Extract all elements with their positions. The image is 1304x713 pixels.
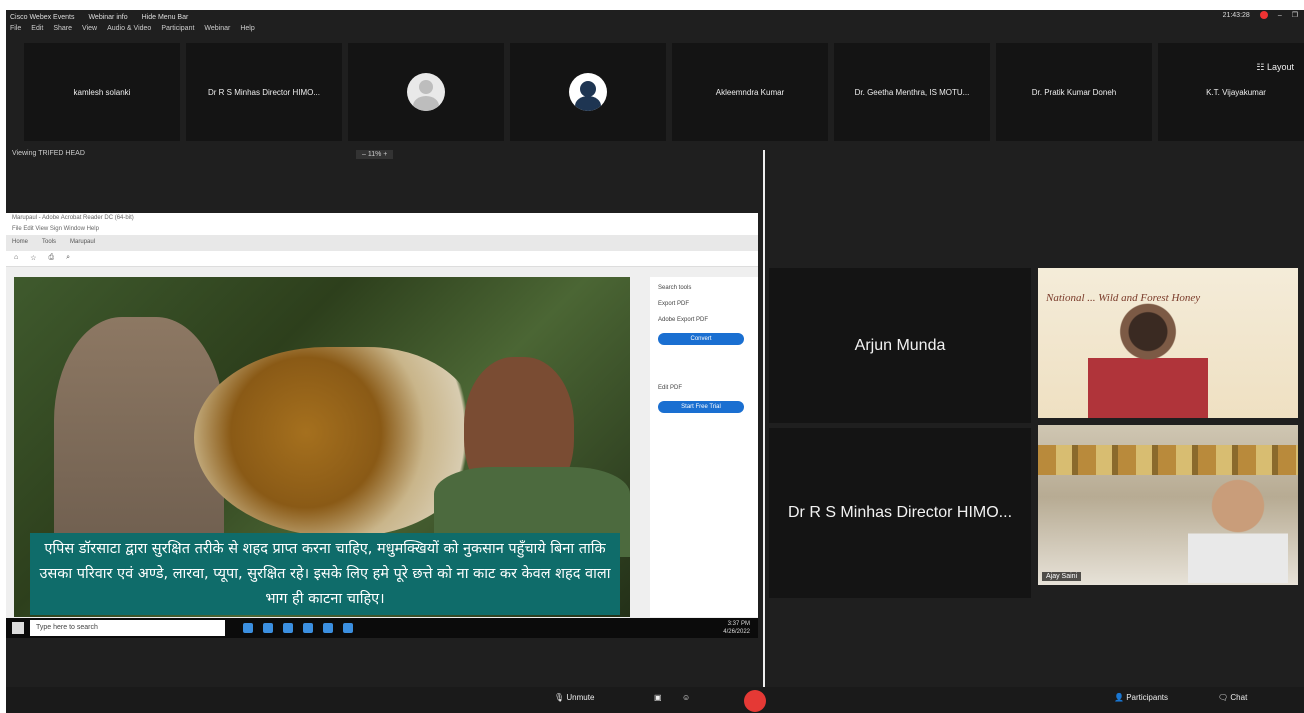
taskbar-app-icon[interactable] bbox=[303, 623, 313, 633]
video-background-shelf bbox=[1038, 445, 1298, 475]
menu-share[interactable]: Share bbox=[53, 25, 72, 39]
tab-home[interactable]: Home bbox=[12, 239, 28, 247]
participant-name: Dr R S Minhas Director HIMO... bbox=[207, 87, 320, 97]
menu-view[interactable]: View bbox=[82, 25, 97, 39]
menu-webinar[interactable]: Webinar bbox=[204, 25, 230, 39]
unmute-label: Unmute bbox=[566, 693, 595, 702]
restore-icon[interactable]: ❐ bbox=[1292, 11, 1298, 19]
menu-participant[interactable]: Participant bbox=[161, 25, 194, 39]
tools-search[interactable]: Search tools bbox=[658, 285, 750, 291]
free-trial-button[interactable]: Start Free Trial bbox=[658, 401, 744, 413]
export-pdf-item[interactable]: Export PDF bbox=[658, 301, 750, 307]
windows-logo-icon[interactable] bbox=[12, 622, 24, 634]
participant-strip: kamlesh solanki Dr R S Minhas Director H… bbox=[24, 43, 1304, 141]
recording-icon bbox=[1259, 11, 1268, 19]
acrobat-tools-panel: Search tools Export PDF Adobe Export PDF… bbox=[650, 277, 758, 617]
unmute-button[interactable]: 🎙 Unmute bbox=[554, 693, 594, 702]
taskbar-app-icon[interactable] bbox=[283, 623, 293, 633]
taskbar-time: 3:37 PM bbox=[727, 621, 750, 627]
edit-pdf-item[interactable]: Edit PDF bbox=[658, 385, 750, 391]
taskbar-apps bbox=[243, 623, 353, 633]
menu-audio-video[interactable]: Audio & Video bbox=[107, 25, 151, 39]
windows-taskbar: Type here to search 3:37 PM 4/26/2022 bbox=[6, 618, 758, 638]
participant-name: Dr. Pratik Kumar Doneh bbox=[1031, 87, 1117, 97]
shared-window-toolbar: ⌂ ☆ ⎙ ⌕ bbox=[6, 251, 758, 267]
taskbar-app-icon[interactable] bbox=[243, 623, 253, 633]
home-icon[interactable]: ⌂ bbox=[14, 254, 18, 263]
taskbar-app-icon[interactable] bbox=[323, 623, 333, 633]
leave-button[interactable] bbox=[744, 690, 766, 712]
menu-bar: File Edit Share View Audio & Video Parti… bbox=[6, 25, 255, 39]
avatar bbox=[407, 73, 445, 111]
participant-tile[interactable]: Akleemndra Kumar bbox=[672, 43, 828, 141]
participant-tile[interactable] bbox=[510, 43, 666, 141]
hide-menu-bar-link[interactable]: Hide Menu Bar bbox=[142, 14, 189, 21]
tab-tools[interactable]: Tools bbox=[42, 239, 56, 247]
avatar bbox=[569, 73, 607, 111]
participant-panel[interactable]: Arjun Munda bbox=[769, 268, 1031, 423]
participant-panel-name: Dr R S Minhas Director HIMO... bbox=[787, 504, 1013, 521]
menu-help[interactable]: Help bbox=[240, 25, 254, 39]
taskbar-search[interactable]: Type here to search bbox=[30, 620, 225, 636]
shared-window-tabs: Home Tools Marupaul bbox=[6, 235, 758, 251]
layout-button[interactable]: ☷ Layout bbox=[1256, 62, 1294, 73]
menu-file[interactable]: File bbox=[10, 25, 21, 39]
reactions-icon[interactable]: ☺ bbox=[682, 693, 690, 702]
participant-tile[interactable]: Dr. Geetha Menthra, IS MOTU... bbox=[834, 43, 990, 141]
chat-button[interactable]: 🗨 Chat bbox=[1218, 693, 1247, 702]
search-icon[interactable]: ⌕ bbox=[66, 254, 70, 263]
participants-label: Participants bbox=[1126, 693, 1168, 702]
taskbar-date: 4/26/2022 bbox=[723, 629, 750, 635]
participant-name: kamlesh solanki bbox=[73, 87, 131, 97]
webinar-info-link[interactable]: Webinar info bbox=[88, 14, 127, 21]
video-person bbox=[1188, 473, 1288, 583]
layout-label: Layout bbox=[1266, 62, 1294, 72]
panel-divider[interactable] bbox=[763, 150, 765, 695]
participant-tile[interactable]: Dr. Pratik Kumar Doneh bbox=[996, 43, 1152, 141]
video-name-label: Ajay Saini bbox=[1042, 572, 1082, 581]
participant-tile[interactable]: kamlesh solanki bbox=[24, 43, 180, 141]
participant-tile[interactable] bbox=[348, 43, 504, 141]
presentation-slide: एपिस डॉरसाटा द्वारा सुरक्षित तरीके से शह… bbox=[14, 277, 630, 617]
video-person bbox=[1088, 298, 1208, 418]
taskbar-app-icon[interactable] bbox=[343, 623, 353, 633]
convert-button[interactable]: Convert bbox=[658, 333, 744, 345]
title-right: 21:43:28 – ❐ bbox=[1223, 11, 1298, 19]
meeting-toolbar: 🎙 Unmute ▣ ☺ 👤 Participants 🗨 Chat bbox=[6, 687, 1304, 713]
participant-video[interactable]: Ajay Saini bbox=[1038, 425, 1298, 585]
participants-button[interactable]: 👤 Participants bbox=[1114, 693, 1168, 702]
share-icon[interactable]: ▣ bbox=[654, 693, 662, 702]
zoom-value: 11% bbox=[367, 151, 382, 158]
shared-window-title: Marupaul - Adobe Acrobat Reader DC (64-b… bbox=[6, 213, 758, 225]
taskbar-clock: 3:37 PM 4/26/2022 bbox=[723, 620, 750, 636]
title-app-name: Cisco Webex Events bbox=[10, 13, 75, 21]
taskbar-app-icon[interactable] bbox=[263, 623, 273, 633]
viewing-label: Viewing TRIFED HEAD bbox=[12, 150, 85, 157]
zoom-control[interactable]: – 11% + bbox=[356, 150, 394, 159]
star-icon[interactable]: ☆ bbox=[30, 254, 36, 263]
participant-panel-name: Arjun Munda bbox=[854, 336, 946, 354]
participant-name: Dr. Geetha Menthra, IS MOTU... bbox=[854, 87, 970, 97]
webex-window: Cisco Webex Events Webinar info Hide Men… bbox=[6, 10, 1304, 713]
minimize-icon[interactable]: – bbox=[1278, 12, 1282, 19]
meeting-clock: 21:43:28 bbox=[1222, 11, 1250, 19]
participant-tile[interactable]: Dr R S Minhas Director HIMO... bbox=[186, 43, 342, 141]
participant-name: Akleemndra Kumar bbox=[715, 87, 785, 97]
shared-window-menu: File Edit View Sign Window Help bbox=[6, 225, 758, 235]
chat-label: Chat bbox=[1230, 693, 1248, 702]
title-bar: Cisco Webex Events Webinar info Hide Men… bbox=[6, 10, 1304, 24]
participant-tile[interactable]: K.T. Vijayakumar bbox=[1158, 43, 1304, 141]
slide-caption: एपिस डॉरसाटा द्वारा सुरक्षित तरीके से शह… bbox=[30, 533, 620, 615]
tab-document[interactable]: Marupaul bbox=[70, 239, 95, 247]
shared-screen: Marupaul - Adobe Acrobat Reader DC (64-b… bbox=[6, 213, 758, 638]
print-icon[interactable]: ⎙ bbox=[49, 254, 55, 263]
export-heading: Adobe Export PDF bbox=[658, 317, 709, 323]
participant-video[interactable]: National ... Wild and Forest Honey bbox=[1038, 268, 1298, 418]
menu-edit[interactable]: Edit bbox=[31, 25, 43, 39]
participant-panel[interactable]: Dr R S Minhas Director HIMO... bbox=[769, 428, 1031, 598]
participant-name: K.T. Vijayakumar bbox=[1206, 87, 1266, 97]
